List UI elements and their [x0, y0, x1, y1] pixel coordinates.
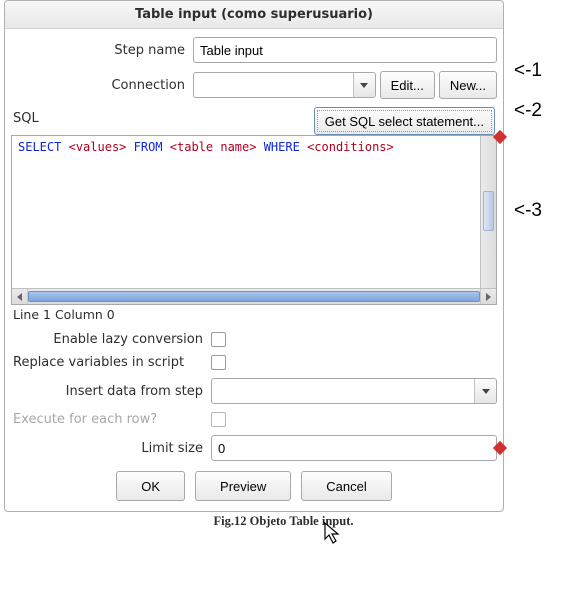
dialog: Table input (como superusuario) Step nam…	[4, 0, 504, 512]
row-lazy: Enable lazy conversion	[11, 332, 497, 347]
sql-ph-values: <values>	[69, 140, 127, 154]
label-limit: Limit size	[11, 441, 211, 456]
preview-button[interactable]: Preview	[195, 471, 291, 501]
scroll-right-button[interactable]	[480, 289, 496, 304]
replace-checkbox[interactable]	[211, 355, 226, 370]
insert-from-combo-button[interactable]	[474, 379, 496, 403]
sql-textarea[interactable]: SELECT <values> FROM <table name> WHERE …	[12, 136, 480, 288]
annotation-3: <-3	[514, 200, 542, 222]
annotation-2: <-2	[514, 100, 542, 122]
limit-input[interactable]	[211, 435, 497, 461]
figure-caption: Fig.12 Objeto Table input.	[0, 514, 567, 529]
row-connection: Connection Edit... New...	[11, 71, 497, 99]
figure-wrapper: Table input (como superusuario) Step nam…	[0, 0, 567, 601]
label-step-name: Step name	[11, 43, 193, 58]
label-insert-from: Insert data from step	[11, 384, 211, 399]
connection-combo-button[interactable]	[353, 73, 375, 97]
field-limit	[211, 435, 497, 461]
row-exec-each: Execute for each row?	[11, 412, 497, 427]
row-insert-from: Insert data from step	[11, 378, 497, 404]
title-bar: Table input (como superusuario)	[5, 1, 503, 29]
label-replace: Replace variables in script	[11, 355, 211, 370]
new-button[interactable]: New...	[439, 71, 497, 99]
row-replace: Replace variables in script	[11, 355, 497, 370]
insert-from-combo[interactable]	[211, 378, 497, 404]
triangle-right-icon	[486, 293, 491, 301]
button-row: OK Preview Cancel	[11, 471, 497, 501]
sql-area-container: SELECT <values> FROM <table name> WHERE …	[11, 135, 497, 305]
connection-combo-text	[194, 73, 353, 97]
label-lazy: Enable lazy conversion	[11, 332, 211, 347]
field-step-name	[193, 37, 497, 63]
sql-body: SELECT <values> FROM <table name> WHERE …	[12, 136, 496, 288]
edit-button[interactable]: Edit...	[380, 71, 435, 99]
row-step-name: Step name	[11, 37, 497, 63]
field-insert-from	[211, 378, 497, 404]
lazy-checkbox[interactable]	[211, 332, 226, 347]
sql-horizontal-scrollbar[interactable]	[12, 288, 496, 304]
row-limit: Limit size	[11, 435, 497, 461]
sql-ph-table: <table name>	[170, 140, 257, 154]
insert-from-combo-text	[212, 379, 474, 403]
chevron-down-icon	[482, 389, 490, 394]
scroll-left-button[interactable]	[12, 289, 28, 304]
cursor-position: Line 1 Column 0	[13, 307, 495, 322]
scrollbar-thumb[interactable]	[483, 191, 494, 231]
triangle-left-icon	[17, 293, 22, 301]
label-connection: Connection	[11, 78, 193, 93]
sql-ph-cond: <conditions>	[307, 140, 394, 154]
sql-kw-from: FROM	[134, 140, 163, 154]
sql-kw-where: WHERE	[264, 140, 300, 154]
label-exec-each: Execute for each row?	[11, 412, 211, 427]
connection-combo[interactable]	[193, 72, 376, 98]
dialog-content: Step name Connection Edit... New...	[5, 29, 503, 511]
sql-kw-select: SELECT	[18, 140, 61, 154]
chevron-down-icon	[360, 83, 368, 88]
field-connection: Edit... New...	[193, 71, 497, 99]
row-sql-header: SQL Get SQL select statement...	[11, 107, 497, 135]
sql-vertical-scrollbar[interactable]	[480, 136, 496, 288]
label-sql: SQL	[13, 111, 39, 126]
hscroll-track[interactable]	[28, 291, 480, 302]
step-name-input[interactable]	[193, 37, 497, 63]
exec-each-checkbox	[211, 412, 226, 427]
annotation-1: <-1	[514, 60, 542, 82]
ok-button[interactable]: OK	[116, 471, 185, 501]
cancel-button[interactable]: Cancel	[301, 471, 391, 501]
sql-area: SELECT <values> FROM <table name> WHERE …	[11, 135, 497, 305]
get-sql-button[interactable]: Get SQL select statement...	[314, 107, 495, 135]
